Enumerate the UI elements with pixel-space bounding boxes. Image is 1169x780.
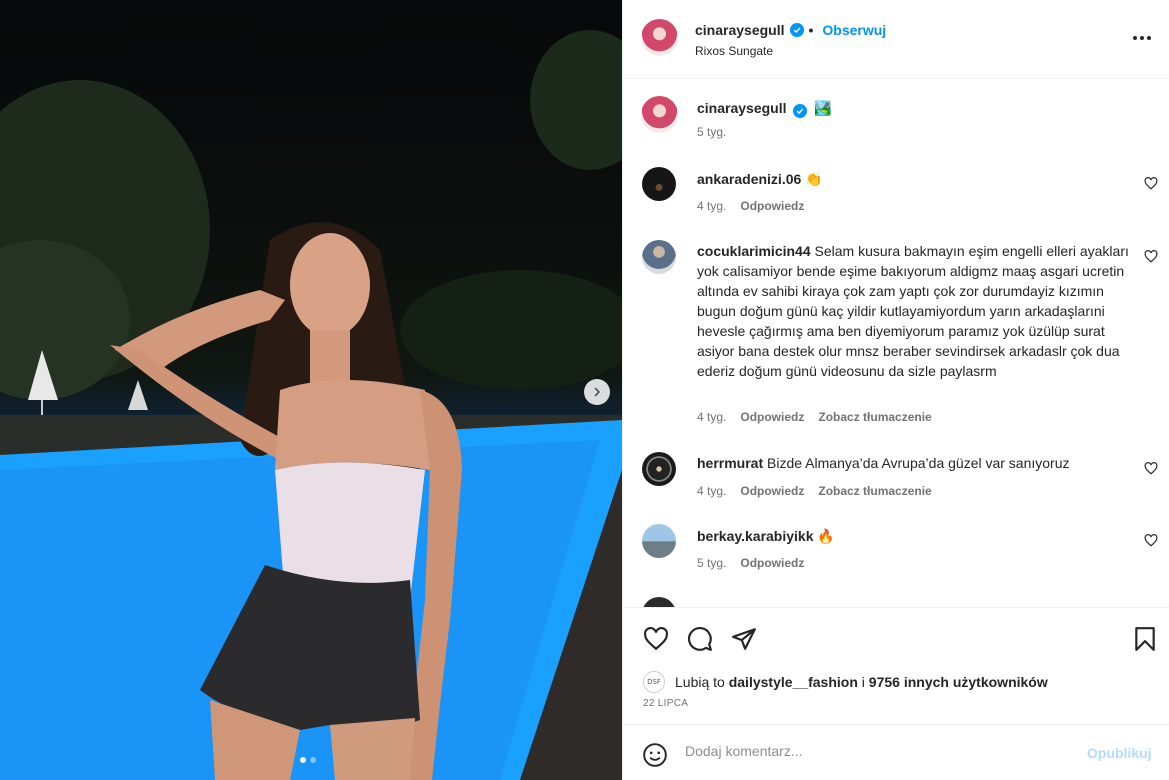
post-image[interactable]: [0, 0, 622, 780]
comment-meta: 5 tyg. Odpowiedz: [697, 556, 804, 570]
comment-username[interactable]: cocuklarimicin44: [697, 243, 811, 259]
comment-meta: 4 tyg. Odpowiedz: [697, 199, 804, 213]
comment-meta: 4 tyg. Odpowiedz Zobacz tłumaczenie: [697, 484, 932, 498]
follow-button[interactable]: Obserwuj: [822, 22, 886, 38]
author-avatar[interactable]: [641, 96, 678, 133]
verified-badge-icon: [789, 23, 804, 37]
commenter-avatar[interactable]: [642, 452, 676, 486]
see-translation-button[interactable]: Zobacz tłumaczenie: [818, 410, 931, 424]
commenter-avatar[interactable]: [642, 597, 676, 607]
carousel-indicator: [300, 757, 316, 763]
reply-button[interactable]: Odpowiedz: [740, 199, 804, 213]
comment-username[interactable]: berkay.karabiyikk: [697, 528, 814, 544]
comment-meta: 4 tyg. Odpowiedz Zobacz tłumaczenie: [697, 410, 932, 424]
commenter-avatar[interactable]: [642, 240, 676, 274]
caption-meta: 5 tyg.: [697, 125, 726, 139]
reply-button[interactable]: Odpowiedz: [740, 556, 804, 570]
likes-connector: i: [861, 674, 865, 690]
comment-time[interactable]: 4 tyg.: [697, 199, 726, 213]
save-bookmark-icon[interactable]: [1133, 626, 1157, 652]
like-comment-heart-icon[interactable]: [1144, 534, 1158, 547]
comment-body: Bizde Almanya’da Avrupa’da güzel var san…: [767, 455, 1070, 471]
like-heart-icon[interactable]: [643, 627, 669, 651]
author-avatar[interactable]: [641, 19, 678, 56]
comment-body: 🔥: [817, 528, 835, 544]
likes-text: Lubią to dailystyle__fashion i 9756 inny…: [675, 674, 1048, 690]
post-actions: [623, 607, 1169, 724]
likes-prefix: Lubią to: [675, 674, 725, 690]
comment-text: cocuklarimicin44 Selam kusura bakmayın e…: [697, 241, 1137, 381]
comment-input[interactable]: [685, 743, 1065, 759]
like-comment-heart-icon[interactable]: [1144, 462, 1158, 475]
add-comment-bar: Opublikuj: [623, 724, 1169, 780]
post-details-panel: cinaraysegull • Obserwuj Rixos Sungate c…: [622, 0, 1169, 780]
like-comment-heart-icon[interactable]: [1144, 177, 1158, 190]
post-header: cinaraysegull • Obserwuj Rixos Sungate: [623, 0, 1169, 79]
caption-text: cinaraysegull 🏞️: [697, 98, 1137, 118]
next-image-button[interactable]: [584, 379, 610, 405]
post-location[interactable]: Rixos Sungate: [695, 44, 773, 58]
caption-emoji: 🏞️: [814, 100, 832, 116]
comment-text: berkay.karabiyikk 🔥: [697, 526, 1137, 546]
emoji-icon[interactable]: [642, 742, 668, 768]
publish-button[interactable]: Opublikuj: [1087, 745, 1152, 761]
comment-bubble-icon[interactable]: [687, 626, 713, 652]
liker-avatar[interactable]: DSF: [643, 671, 665, 693]
liker-username[interactable]: dailystyle__fashion: [729, 674, 858, 690]
more-options-icon[interactable]: [1133, 36, 1151, 40]
comment-body: 👏: [805, 171, 823, 187]
author-line: cinaraysegull • Obserwuj: [695, 22, 886, 38]
likes-summary: DSF Lubią to dailystyle__fashion i 9756 …: [643, 671, 1048, 693]
caption-username[interactable]: cinaraysegull: [697, 100, 787, 116]
post-date[interactable]: 22 LIPCA: [643, 698, 688, 709]
carousel-dot: [300, 757, 306, 763]
comment-text: herrmurat Bizde Almanya’da Avrupa’da güz…: [697, 453, 1137, 473]
chevron-right-icon: [594, 387, 601, 397]
likes-others-link[interactable]: 9756 innych użytkowników: [869, 674, 1048, 690]
comment-time[interactable]: 4 tyg.: [697, 410, 726, 424]
comment-time[interactable]: 4 tyg.: [697, 484, 726, 498]
share-send-icon[interactable]: [731, 626, 757, 652]
caption-time[interactable]: 5 tyg.: [697, 125, 726, 139]
like-comment-heart-icon[interactable]: [1144, 250, 1158, 263]
verified-badge-icon: [793, 104, 808, 118]
reply-button[interactable]: Odpowiedz: [740, 410, 804, 424]
pool-night-photo: [0, 30, 622, 780]
carousel-dot: [310, 757, 316, 763]
commenter-avatar[interactable]: [642, 524, 676, 558]
see-translation-button[interactable]: Zobacz tłumaczenie: [818, 484, 931, 498]
comment-username[interactable]: ankaradenizi.06: [697, 171, 801, 187]
comment-text: ankaradenizi.06 👏: [697, 169, 1137, 189]
separator-dot: •: [808, 22, 814, 38]
comments-list[interactable]: cinaraysegull 🏞️ 5 tyg. ankaradenizi.06 …: [623, 80, 1169, 607]
comment-body: Selam kusura bakmayın eşim engelli eller…: [697, 243, 1129, 379]
comment-username[interactable]: herrmurat: [697, 455, 763, 471]
reply-button[interactable]: Odpowiedz: [740, 484, 804, 498]
commenter-avatar[interactable]: [642, 167, 676, 201]
comment-time[interactable]: 5 tyg.: [697, 556, 726, 570]
author-username[interactable]: cinaraysegull: [695, 22, 785, 38]
